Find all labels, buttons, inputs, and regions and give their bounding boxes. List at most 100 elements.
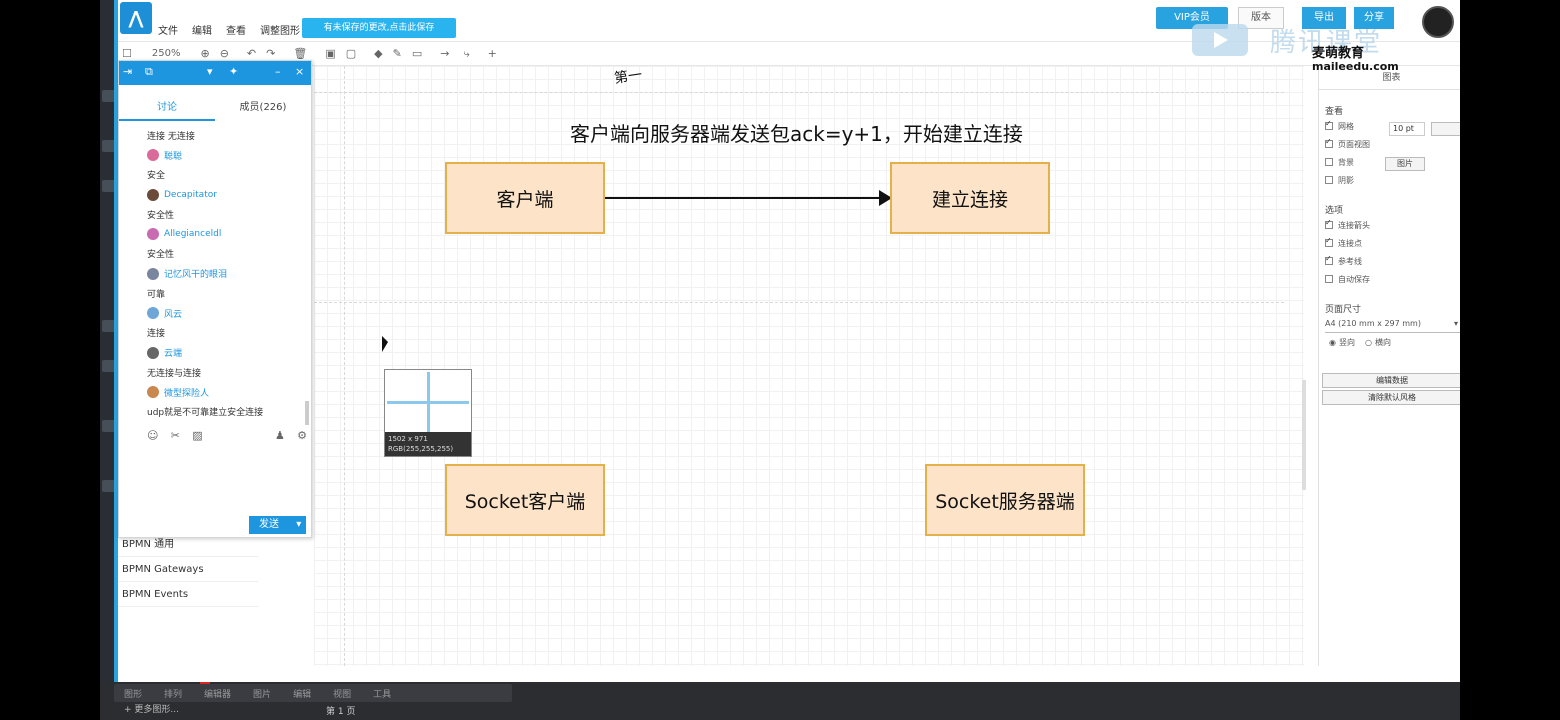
menu-edit[interactable]: 编辑 bbox=[192, 22, 212, 37]
bottom-tab[interactable]: 图形 bbox=[124, 687, 142, 700]
chat-scrollbar[interactable] bbox=[305, 401, 309, 425]
grid-checkbox[interactable] bbox=[1325, 119, 1333, 130]
undo-icon[interactable]: ↶ bbox=[247, 47, 256, 60]
app-logo-icon[interactable]: ⋀ bbox=[120, 2, 152, 34]
zoom-out-icon[interactable]: ⊖ bbox=[220, 47, 229, 60]
node-socket-server[interactable]: Socket服务器端 bbox=[925, 464, 1085, 536]
minimize-icon[interactable]: – bbox=[275, 65, 281, 78]
zoom-select[interactable]: 250% bbox=[152, 48, 181, 59]
connection-icon[interactable]: → bbox=[440, 47, 449, 60]
shadow-icon[interactable]: ▭ bbox=[412, 47, 422, 60]
chat-author-name[interactable]: 风云 bbox=[164, 307, 182, 320]
insert-icon[interactable]: + bbox=[488, 47, 497, 60]
shadow-option[interactable]: 阴影 bbox=[1325, 171, 1460, 189]
menu-view[interactable]: 查看 bbox=[226, 22, 246, 37]
bottom-tab[interactable]: 排列 bbox=[164, 687, 182, 700]
line-color-icon[interactable]: ✎ bbox=[393, 47, 402, 60]
portrait-label: 竖向 bbox=[1338, 337, 1355, 347]
bottom-tab[interactable]: 工具 bbox=[373, 687, 391, 700]
connection-arrows-checkbox[interactable] bbox=[1325, 218, 1333, 229]
chat-message: 聪聪 安全 bbox=[147, 147, 307, 187]
guides-option[interactable]: 参考线 bbox=[1325, 252, 1460, 270]
share-screen-icon[interactable]: ⧉ bbox=[145, 65, 153, 79]
connection-arrows-option[interactable]: 连接箭头 bbox=[1325, 216, 1460, 234]
shape-category[interactable]: BPMN Events bbox=[118, 582, 258, 607]
grid-color-button[interactable] bbox=[1431, 122, 1460, 136]
tab-members[interactable]: 成员(226) bbox=[215, 95, 311, 121]
chat-author-name[interactable]: 云端 bbox=[164, 346, 182, 359]
back-icon[interactable]: ⇥ bbox=[123, 65, 132, 78]
portrait-radio-icon[interactable]: ◉ bbox=[1329, 338, 1336, 347]
settings-icon[interactable]: ⚙ bbox=[297, 429, 307, 442]
connection-points-checkbox[interactable] bbox=[1325, 236, 1333, 247]
shadow-checkbox[interactable] bbox=[1325, 176, 1333, 184]
avatar[interactable] bbox=[147, 149, 159, 161]
landscape-radio-icon[interactable]: ○ bbox=[1365, 338, 1372, 347]
page-view-checkbox[interactable] bbox=[1325, 137, 1333, 148]
chat-author-name[interactable]: 记忆风干的眼泪 bbox=[164, 267, 227, 280]
guides-checkbox[interactable] bbox=[1325, 254, 1333, 265]
format-panel: 图表 查看 网格 10 pt 页面视图 背景 图片 阴影 选项 连接箭头 连接点 bbox=[1318, 66, 1460, 666]
chat-author-name[interactable]: Decapitator bbox=[164, 190, 217, 200]
avatar[interactable] bbox=[147, 307, 159, 319]
bottom-tab[interactable]: 图片 bbox=[253, 687, 271, 700]
paper-size-value: A4 (210 mm x 297 mm) bbox=[1325, 319, 1421, 328]
bottom-tab[interactable]: 编辑 bbox=[293, 687, 311, 700]
scissors-icon[interactable]: ✂ bbox=[171, 429, 180, 442]
diagram-heading[interactable]: 客户端向服务器端发送包ack=y+1，开始建立连接 bbox=[570, 118, 1023, 147]
to-back-icon[interactable]: ▢ bbox=[346, 47, 356, 60]
bottom-tab[interactable]: 视图 bbox=[333, 687, 351, 700]
node-socket-client[interactable]: Socket客户端 bbox=[445, 464, 605, 536]
page-tab[interactable]: 第 1 页 bbox=[326, 704, 355, 717]
fill-color-icon[interactable]: ◆ bbox=[374, 47, 382, 60]
shape-category[interactable]: BPMN Gateways bbox=[118, 557, 258, 582]
menu-adjust-shape[interactable]: 调整图形 bbox=[260, 22, 300, 37]
chat-author-name[interactable]: Allegianceldl bbox=[164, 229, 221, 239]
background-label: 背景 bbox=[1338, 157, 1354, 167]
zoom-in-icon[interactable]: ⊕ bbox=[200, 47, 209, 60]
avatar[interactable] bbox=[147, 188, 159, 201]
people-icon[interactable]: ♟ bbox=[275, 429, 285, 442]
delete-icon[interactable]: 🗑 bbox=[293, 47, 307, 60]
clear-default-style-button[interactable]: 清除默认风格 bbox=[1322, 390, 1460, 405]
node-client[interactable]: 客户端 bbox=[445, 162, 605, 234]
mouse-cursor-icon bbox=[382, 336, 388, 352]
chevron-down-icon[interactable]: ▾ bbox=[207, 65, 213, 78]
emoji-icon[interactable]: ☺ bbox=[147, 429, 158, 442]
page-icon[interactable]: ☐ bbox=[122, 47, 132, 60]
avatar[interactable] bbox=[147, 267, 159, 280]
menu-file[interactable]: 文件 bbox=[158, 22, 178, 37]
chat-author-name[interactable]: 聪聪 bbox=[164, 149, 182, 162]
redo-icon[interactable]: ↷ bbox=[266, 47, 275, 60]
toolbar: ☐ 250% ⊕ ⊖ ↶ ↷ 🗑 ▣ ▢ ◆ ✎ ▭ → ⤷ + bbox=[118, 42, 1460, 66]
avatar[interactable] bbox=[147, 228, 159, 240]
image-icon[interactable]: ▨ bbox=[192, 429, 202, 442]
diagram-canvas[interactable]: 第一 客户端向服务器端发送包ack=y+1，开始建立连接 客户端 建立连接 So… bbox=[314, 66, 1304, 666]
node-establish-connection[interactable]: 建立连接 bbox=[890, 162, 1050, 234]
more-shapes-link[interactable]: + 更多图形... bbox=[124, 702, 179, 715]
tab-discuss[interactable]: 讨论 bbox=[119, 95, 215, 121]
image-button[interactable]: 图片 bbox=[1385, 157, 1425, 171]
close-icon[interactable]: × bbox=[295, 65, 304, 78]
paper-size-select[interactable]: A4 (210 mm x 297 mm) ▾ bbox=[1325, 315, 1460, 333]
send-label: 发送 bbox=[259, 519, 279, 530]
pin-icon[interactable]: ✦ bbox=[229, 65, 238, 78]
connector-arrow[interactable] bbox=[605, 197, 881, 199]
unsaved-notice-button[interactable]: 有未保存的更改,点击此保存 bbox=[302, 18, 456, 38]
edit-data-button[interactable]: 编辑数据 bbox=[1322, 373, 1460, 388]
autosave-option[interactable]: 自动保存 bbox=[1325, 270, 1460, 288]
avatar[interactable] bbox=[1422, 6, 1454, 38]
waypoints-icon[interactable]: ⤷ bbox=[463, 47, 469, 61]
avatar[interactable] bbox=[147, 386, 159, 398]
canvas-scrollbar[interactable] bbox=[1302, 380, 1306, 490]
background-checkbox[interactable] bbox=[1325, 158, 1333, 166]
avatar[interactable] bbox=[147, 346, 159, 359]
page-view-option[interactable]: 页面视图 bbox=[1325, 135, 1460, 153]
grid-size-input[interactable]: 10 pt bbox=[1389, 122, 1425, 136]
bottom-tab[interactable]: 编辑器 bbox=[204, 687, 231, 700]
autosave-checkbox[interactable] bbox=[1325, 275, 1333, 283]
send-button[interactable]: 发送 ▾ bbox=[249, 516, 306, 534]
connection-points-option[interactable]: 连接点 bbox=[1325, 234, 1460, 252]
to-front-icon[interactable]: ▣ bbox=[325, 47, 335, 60]
chat-author-name[interactable]: 微型探险人 bbox=[164, 386, 209, 399]
